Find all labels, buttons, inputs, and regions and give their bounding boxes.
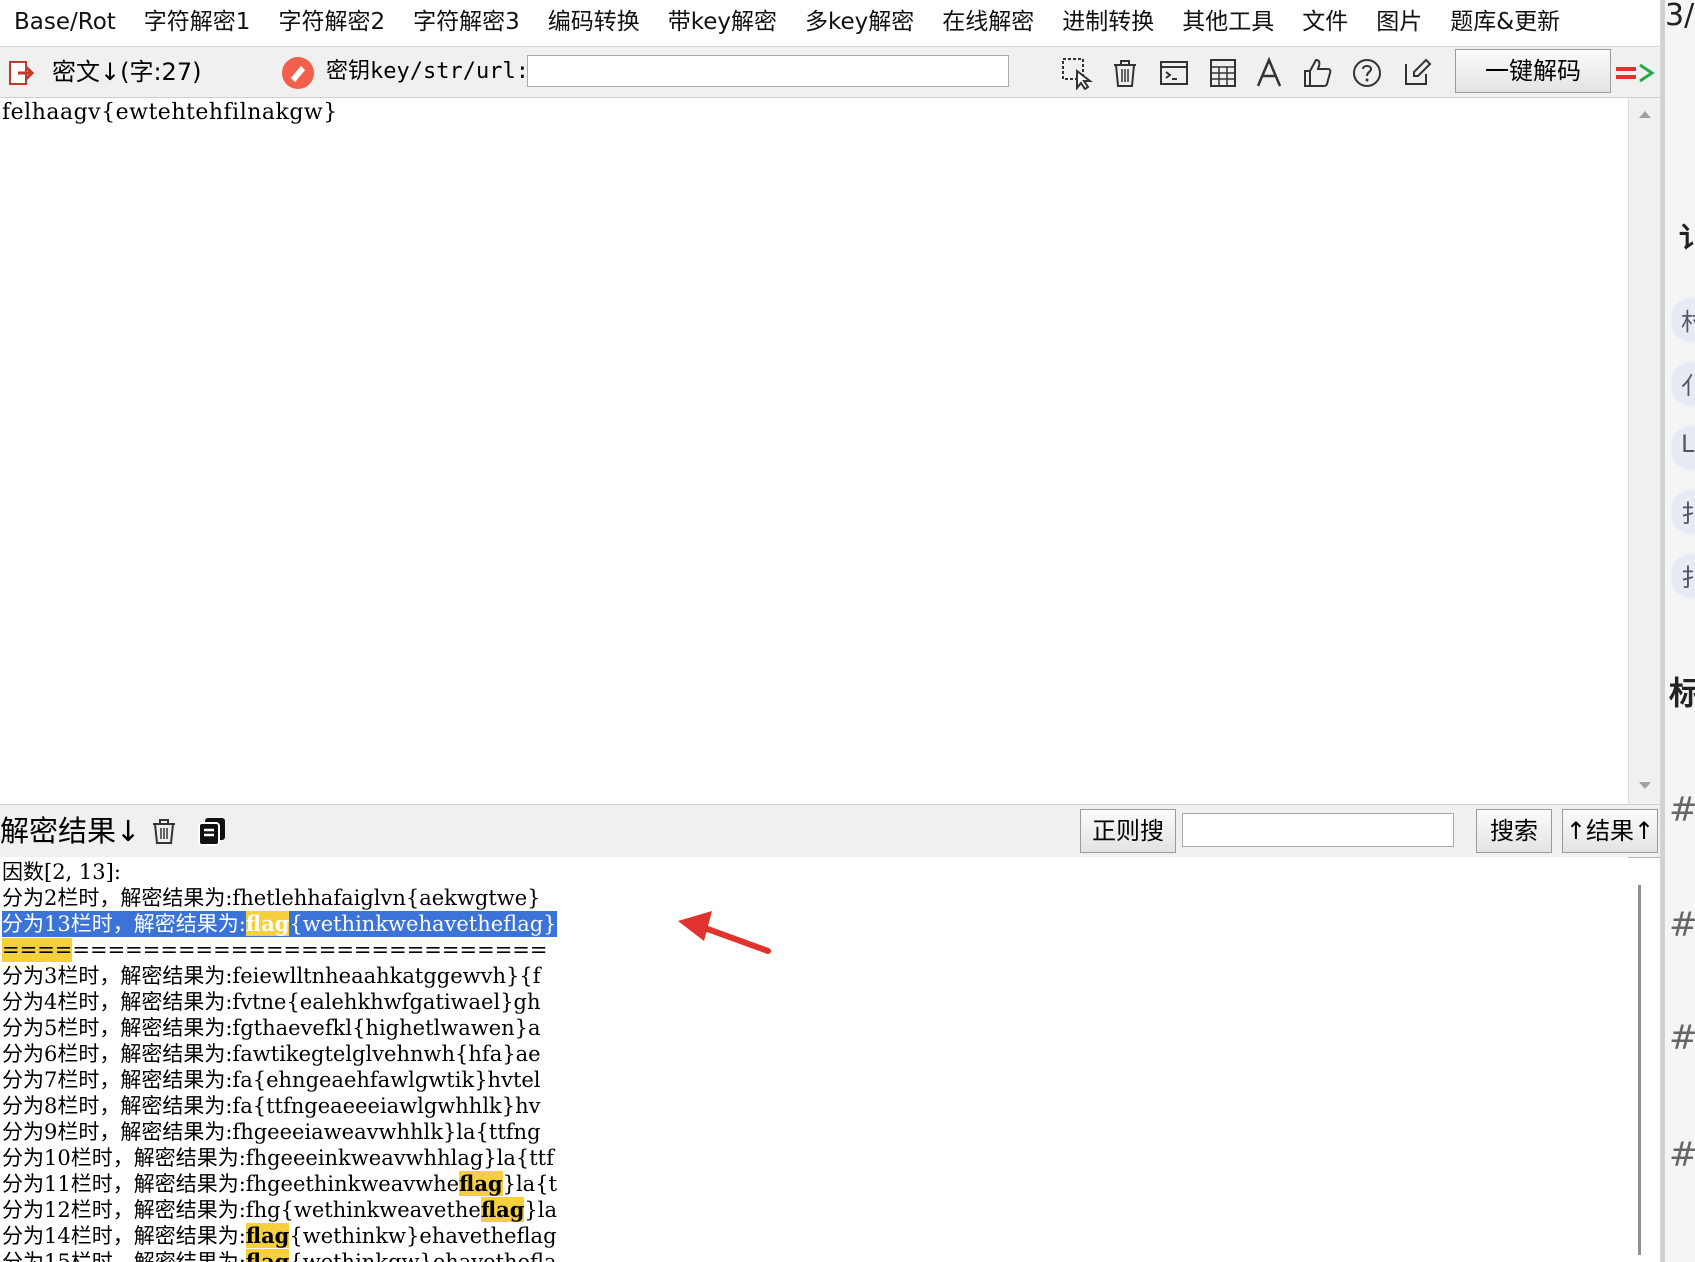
ciphertext-content[interactable]: felhaagv{ewtehtehfilnakgw} [2,100,338,125]
result-line-3: 分为3栏时，解密结果为:feiewlltnheaahkatggewvh}{f [2,964,541,988]
ciphertext-scrollbar[interactable] [1628,98,1661,804]
menu-online-decrypt[interactable]: 在线解密 [928,0,1048,44]
flag-highlight: flag [480,1197,525,1222]
result-line-6: 分为6栏时，解密结果为:fawtikegtelglvehnwh{hfa}ae [2,1042,541,1066]
adjacent-hash-item: # [1669,790,1695,830]
result-suffix: {wethinkwehavetheflag} [289,912,557,936]
result-line-10: 分为10栏时，解密结果为:fhgeeeinkweavwhhlag}la{ttf [2,1146,554,1170]
result-prefix: 分为13栏时，解密结果为: [2,912,246,936]
separator-highlight: ==== [2,938,73,962]
results-area[interactable]: 因数[2, 13]: 分为2栏时，解密结果为:fhetlehhafaiglvn{… [0,857,1628,1262]
result-line-13-selected: 分为13栏时，解密结果为:flag{wethinkwehavetheflag} [2,911,557,937]
key-icon [282,57,314,89]
flag-highlight: flag [245,1249,290,1262]
adjacent-window-heading: 标 [1669,668,1695,714]
flag-highlight: flag [245,1223,290,1248]
result-suffix: }la [524,1198,558,1222]
separator-line: =============================== [2,937,547,963]
adjacent-window-text: 3/ [1665,0,1695,33]
result-line-7: 分为7栏时，解密结果为:fa{ehngeaehfawlgwtik}hvtel [2,1068,541,1092]
thumbs-up-icon[interactable] [1300,56,1334,90]
menu-multikey-decrypt[interactable]: 多key解密 [791,0,928,44]
menu-bar: Base/Rot 字符解密1 字符解密2 字符解密3 编码转换 带key解密 多… [0,0,1660,44]
result-prefix: 分为12栏时，解密结果为:fhg{wethinkweavethe [2,1198,481,1222]
scroll-up-icon[interactable] [1637,106,1653,122]
search-button[interactable]: 搜索 [1476,809,1552,853]
menu-char-decrypt-3[interactable]: 字符解密3 [399,0,534,44]
help-icon[interactable] [1350,56,1384,90]
result-line-9: 分为9栏时，解密结果为:fhgeeeiaweavwhhlk}la{ttfng [2,1120,541,1144]
edit-icon[interactable] [1400,56,1434,90]
import-icon[interactable] [8,59,36,87]
result-line-8: 分为8栏时，解密结果为:fa{ttfngeaeeeiawlgwhhlk}hv [2,1094,541,1118]
toolbar: 密文↓(字:27) 密钥key/str/url: 一键解码 [0,46,1660,98]
adjacent-list-item[interactable]: 亻 [1671,362,1695,406]
result-prefix: 分为14栏时，解密结果为: [2,1224,246,1248]
regex-search-button[interactable]: 正则搜 [1080,809,1176,853]
adjacent-list-item[interactable]: 扌 [1671,490,1695,534]
menu-image[interactable]: 图片 [1362,0,1436,44]
one-click-decode-button[interactable]: 一键解码 [1455,49,1611,93]
adjacent-hash-item: # [1669,1135,1695,1175]
menu-encoding-convert[interactable]: 编码转换 [534,0,654,44]
flag-highlight: flag [245,911,290,936]
separator-rest: =========================== [72,938,548,962]
result-line-14: 分为14栏时，解密结果为:flag{wethinkw}ehavetheflag [2,1223,557,1249]
menu-base-rot[interactable]: Base/Rot [0,0,130,44]
copy-results-icon[interactable] [196,815,228,847]
terminal-icon[interactable] [1157,56,1191,90]
result-search-input[interactable] [1182,813,1454,847]
font-icon[interactable] [1252,56,1286,90]
adjacent-list-item[interactable]: 扌 [1671,554,1695,598]
flag-highlight: flag [459,1171,503,1196]
key-label: 密钥key/str/url: [326,59,529,84]
adjacent-window-panel: 3/ 讠 村 亻 L 扌 扌 标 # # # # [1660,0,1695,1262]
adjacent-hash-item: # [1669,905,1695,945]
result-toolbar: 解密结果↓ 正则搜 搜索 ↑结果↑ [0,804,1660,858]
calculator-icon[interactable] [1206,56,1240,90]
red-arrow-annotation [678,911,771,954]
menu-char-decrypt-1[interactable]: 字符解密1 [130,0,265,44]
clear-results-icon[interactable] [148,815,180,847]
result-line-11: 分为11栏时，解密结果为:fhgeethinkweavwheflag}la{t [2,1171,557,1197]
result-nav-button[interactable]: ↑结果↑ [1562,809,1658,853]
ciphertext-label: 密文↓(字:27) [52,58,202,86]
expand-arrow-icon[interactable] [1614,61,1658,85]
result-line-15: 分为15栏时，解密结果为:flag{wethinkgw}ehavethefla [2,1249,557,1262]
scroll-down-icon[interactable] [1637,778,1653,794]
adjacent-list-item[interactable]: L [1671,426,1695,470]
result-label: 解密结果↓ [0,814,141,848]
menu-base-convert[interactable]: 进制转换 [1048,0,1168,44]
result-line-5: 分为5栏时，解密结果为:fgthaevefkl{highetlwawen}a [2,1016,541,1040]
results-scrollbar[interactable] [1638,885,1641,1255]
trash-icon[interactable] [1108,56,1142,90]
adjacent-window-heading: 讠 [1679,216,1695,256]
menu-file[interactable]: 文件 [1288,0,1362,44]
result-line-4: 分为4栏时，解密结果为:fvtne{ealehkhwfgatiwael}gh [2,990,541,1014]
result-suffix: {wethinkgw}ehavethefla [289,1250,557,1262]
result-line-2: 分为2栏时，解密结果为:fhetlehhafaiglvn{aekwgtwe} [2,886,541,910]
menu-key-decrypt[interactable]: 带key解密 [654,0,791,44]
menu-other-tools[interactable]: 其他工具 [1168,0,1288,44]
result-prefix: 分为11栏时，解密结果为:fhgeethinkweavwhe [2,1172,460,1196]
factors-line: 因数[2, 13]: [2,860,121,884]
key-input[interactable] [527,55,1009,87]
result-suffix: {wethinkw}ehavetheflag [289,1224,557,1248]
menu-question-bank[interactable]: 题库&更新 [1436,0,1574,44]
result-prefix: 分为15栏时，解密结果为: [2,1250,246,1262]
result-suffix: }la{t [502,1172,558,1196]
result-line-12: 分为12栏时，解密结果为:fhg{wethinkweavetheflag}la [2,1197,557,1223]
adjacent-hash-item: # [1669,1018,1695,1058]
window-divider [1661,0,1665,1262]
ciphertext-area[interactable]: felhaagv{ewtehtehfilnakgw} [0,98,1628,804]
adjacent-list-item[interactable]: 村 [1671,298,1695,342]
menu-char-decrypt-2[interactable]: 字符解密2 [264,0,399,44]
select-cursor-icon[interactable] [1060,56,1094,91]
